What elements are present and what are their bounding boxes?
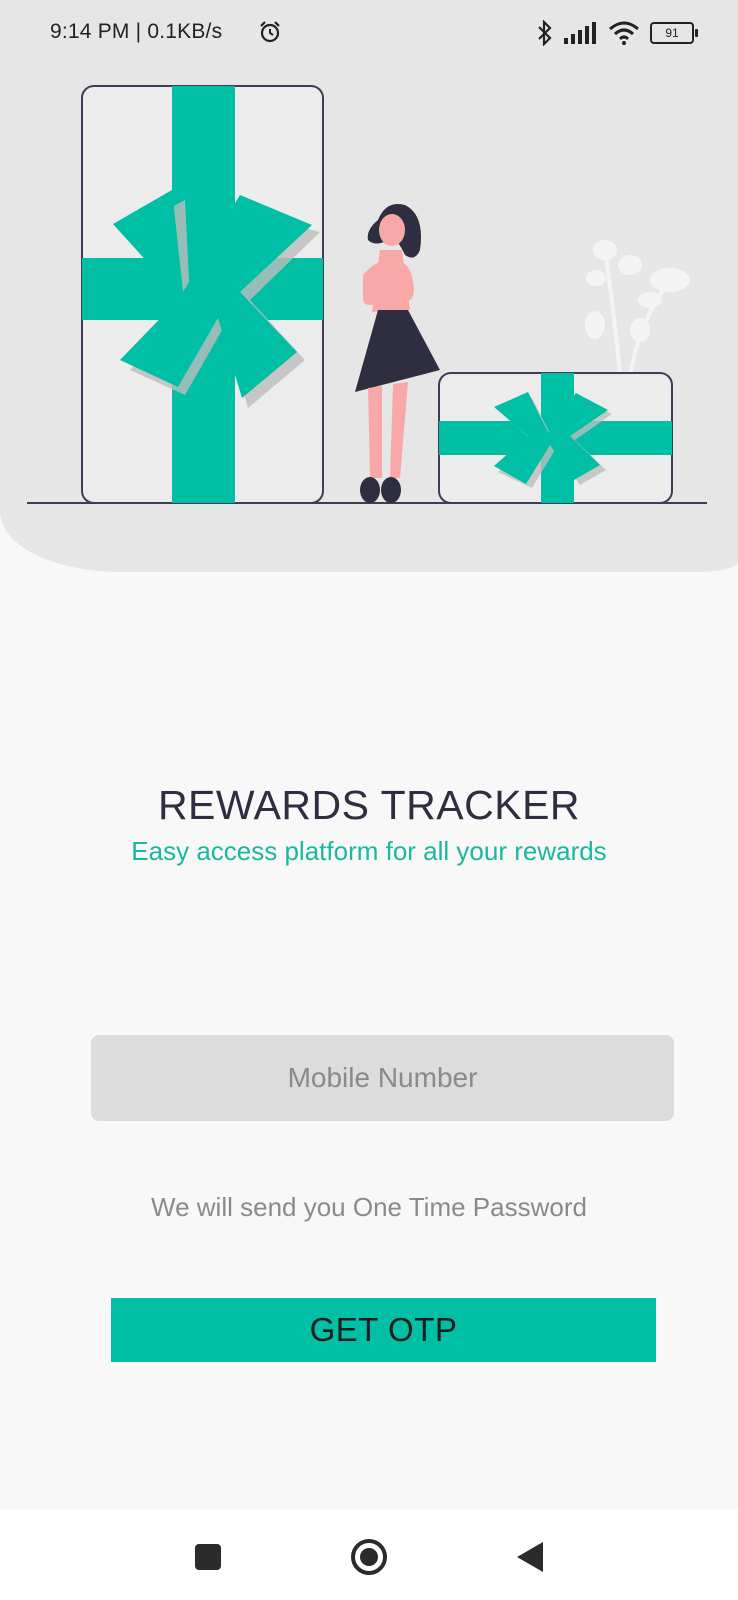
back-triangle-icon [517,1542,543,1572]
status-time: 9:14 PM | 0.1KB/s [50,20,223,43]
recents-button[interactable] [183,1532,233,1582]
app-title: REWARDS TRACKER [157,782,581,828]
large-gift-icon [81,85,324,504]
battery-level: 91 [650,22,694,44]
battery-indicator: 91 [650,22,698,44]
gifts-illustration [27,85,707,504]
status-bar: 9:14 PM | 0.1KB/s 91 [0,0,738,70]
small-gift-icon [438,372,673,504]
mobile-number-input[interactable] [91,1035,674,1121]
home-button[interactable] [344,1532,394,1582]
hero-banner: 9:14 PM | 0.1KB/s 91 [0,0,738,572]
wifi-icon [609,21,639,45]
alarm-icon [260,21,280,43]
otp-hint: We will send you One Time Password [151,1192,587,1222]
system-nav-bar [0,1510,738,1600]
back-button[interactable] [505,1532,555,1582]
app-subtitle: Easy access platform for all your reward… [131,836,607,866]
bluetooth-icon [538,20,552,46]
signal-icon [564,22,596,44]
person-figure [355,204,440,503]
plant-icon [585,240,690,376]
get-otp-button[interactable]: GET OTP [111,1298,656,1362]
recents-square-icon [195,1544,221,1570]
battery-tip [695,29,698,37]
home-circle-icon [351,1539,387,1575]
